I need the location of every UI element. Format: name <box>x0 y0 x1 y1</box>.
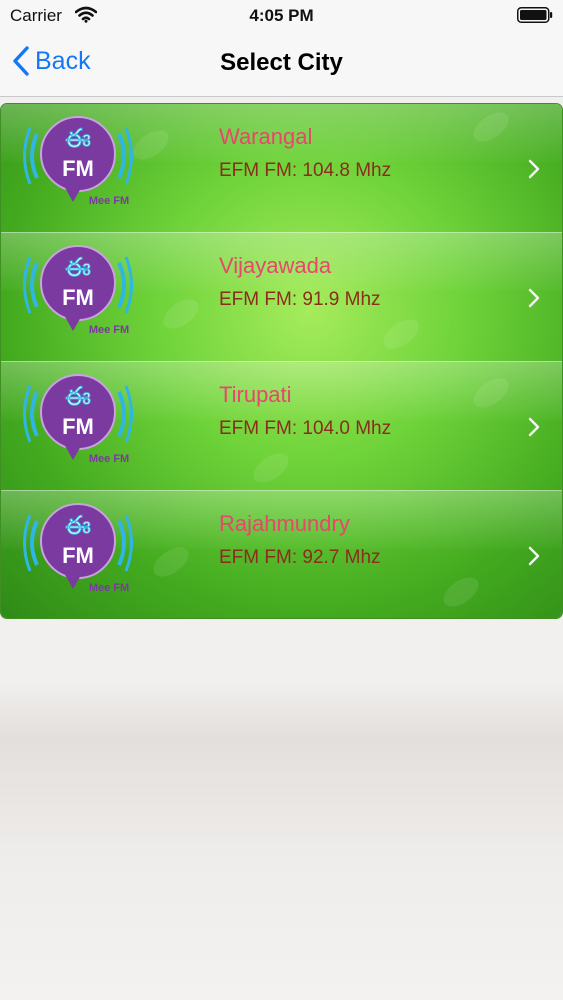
leaf-decoration <box>378 313 424 355</box>
city-row-warangal[interactable]: ఈ FM Mee FM Warangal EFM FM: 104.8 Mhz <box>1 104 562 233</box>
logo-caption: Mee FM <box>89 195 129 207</box>
leaf-decoration <box>468 372 514 414</box>
page-title: Select City <box>220 49 343 76</box>
logo-caption: Mee FM <box>89 324 129 336</box>
city-row-rajahmundry[interactable]: ఈ FM Mee FM Rajahmundry EFM FM: 92.7 Mhz <box>1 491 562 618</box>
city-name: Tirupati <box>219 382 292 407</box>
city-row-tirupati[interactable]: ఈ FM Mee FM Tirupati EFM FM: 104.0 Mhz <box>1 362 562 491</box>
navigation-bar: Back Select City <box>0 32 563 97</box>
city-name: Vijayawada <box>219 253 332 278</box>
chevron-right-icon <box>528 288 540 308</box>
mee-fm-logo: ఈ FM Mee FM <box>23 374 133 465</box>
leaf-decoration <box>148 541 194 583</box>
logo-glyph: ఈ <box>65 511 91 541</box>
leaf-decoration <box>468 106 514 148</box>
logo-glyph: ఈ <box>65 382 91 412</box>
battery-icon <box>517 7 553 23</box>
city-name: Warangal <box>219 124 313 149</box>
station-frequency: EFM FM: 104.8 Mhz <box>219 160 392 181</box>
status-bar: Carrier 4:05 PM <box>0 0 563 32</box>
leaf-decoration <box>438 571 484 613</box>
mee-fm-logo: ఈ FM Mee FM <box>23 503 133 594</box>
chevron-right-icon <box>528 417 540 437</box>
city-row-vijayawada[interactable]: ఈ FM Mee FM Vijayawada EFM FM: 91.9 Mhz <box>1 233 562 362</box>
chevron-right-icon <box>528 546 540 566</box>
logo-glyph: ఈ <box>65 253 91 283</box>
station-frequency: EFM FM: 91.9 Mhz <box>219 289 381 310</box>
leaf-decoration <box>128 124 174 166</box>
logo-badge-text: FM <box>62 285 94 310</box>
city-name: Rajahmundry <box>219 511 350 536</box>
chevron-right-icon <box>528 159 540 179</box>
mee-fm-logo: ఈ FM Mee FM <box>23 245 133 336</box>
logo-badge-text: FM <box>62 543 94 568</box>
logo-caption: Mee FM <box>89 582 129 594</box>
city-list: ఈ FM Mee FM Warangal EFM FM: 104.8 Mhz ఈ… <box>1 104 562 618</box>
leaf-decoration <box>248 447 294 489</box>
clock: 4:05 PM <box>249 6 314 25</box>
station-frequency: EFM FM: 92.7 Mhz <box>219 547 381 568</box>
mee-fm-logo: ఈ FM Mee FM <box>23 116 133 207</box>
logo-badge-text: FM <box>62 414 94 439</box>
leaf-decoration <box>158 293 204 335</box>
station-frequency: EFM FM: 104.0 Mhz <box>219 418 392 439</box>
logo-glyph: ఈ <box>65 124 91 154</box>
logo-caption: Mee FM <box>89 453 129 465</box>
logo-badge-text: FM <box>62 156 94 181</box>
